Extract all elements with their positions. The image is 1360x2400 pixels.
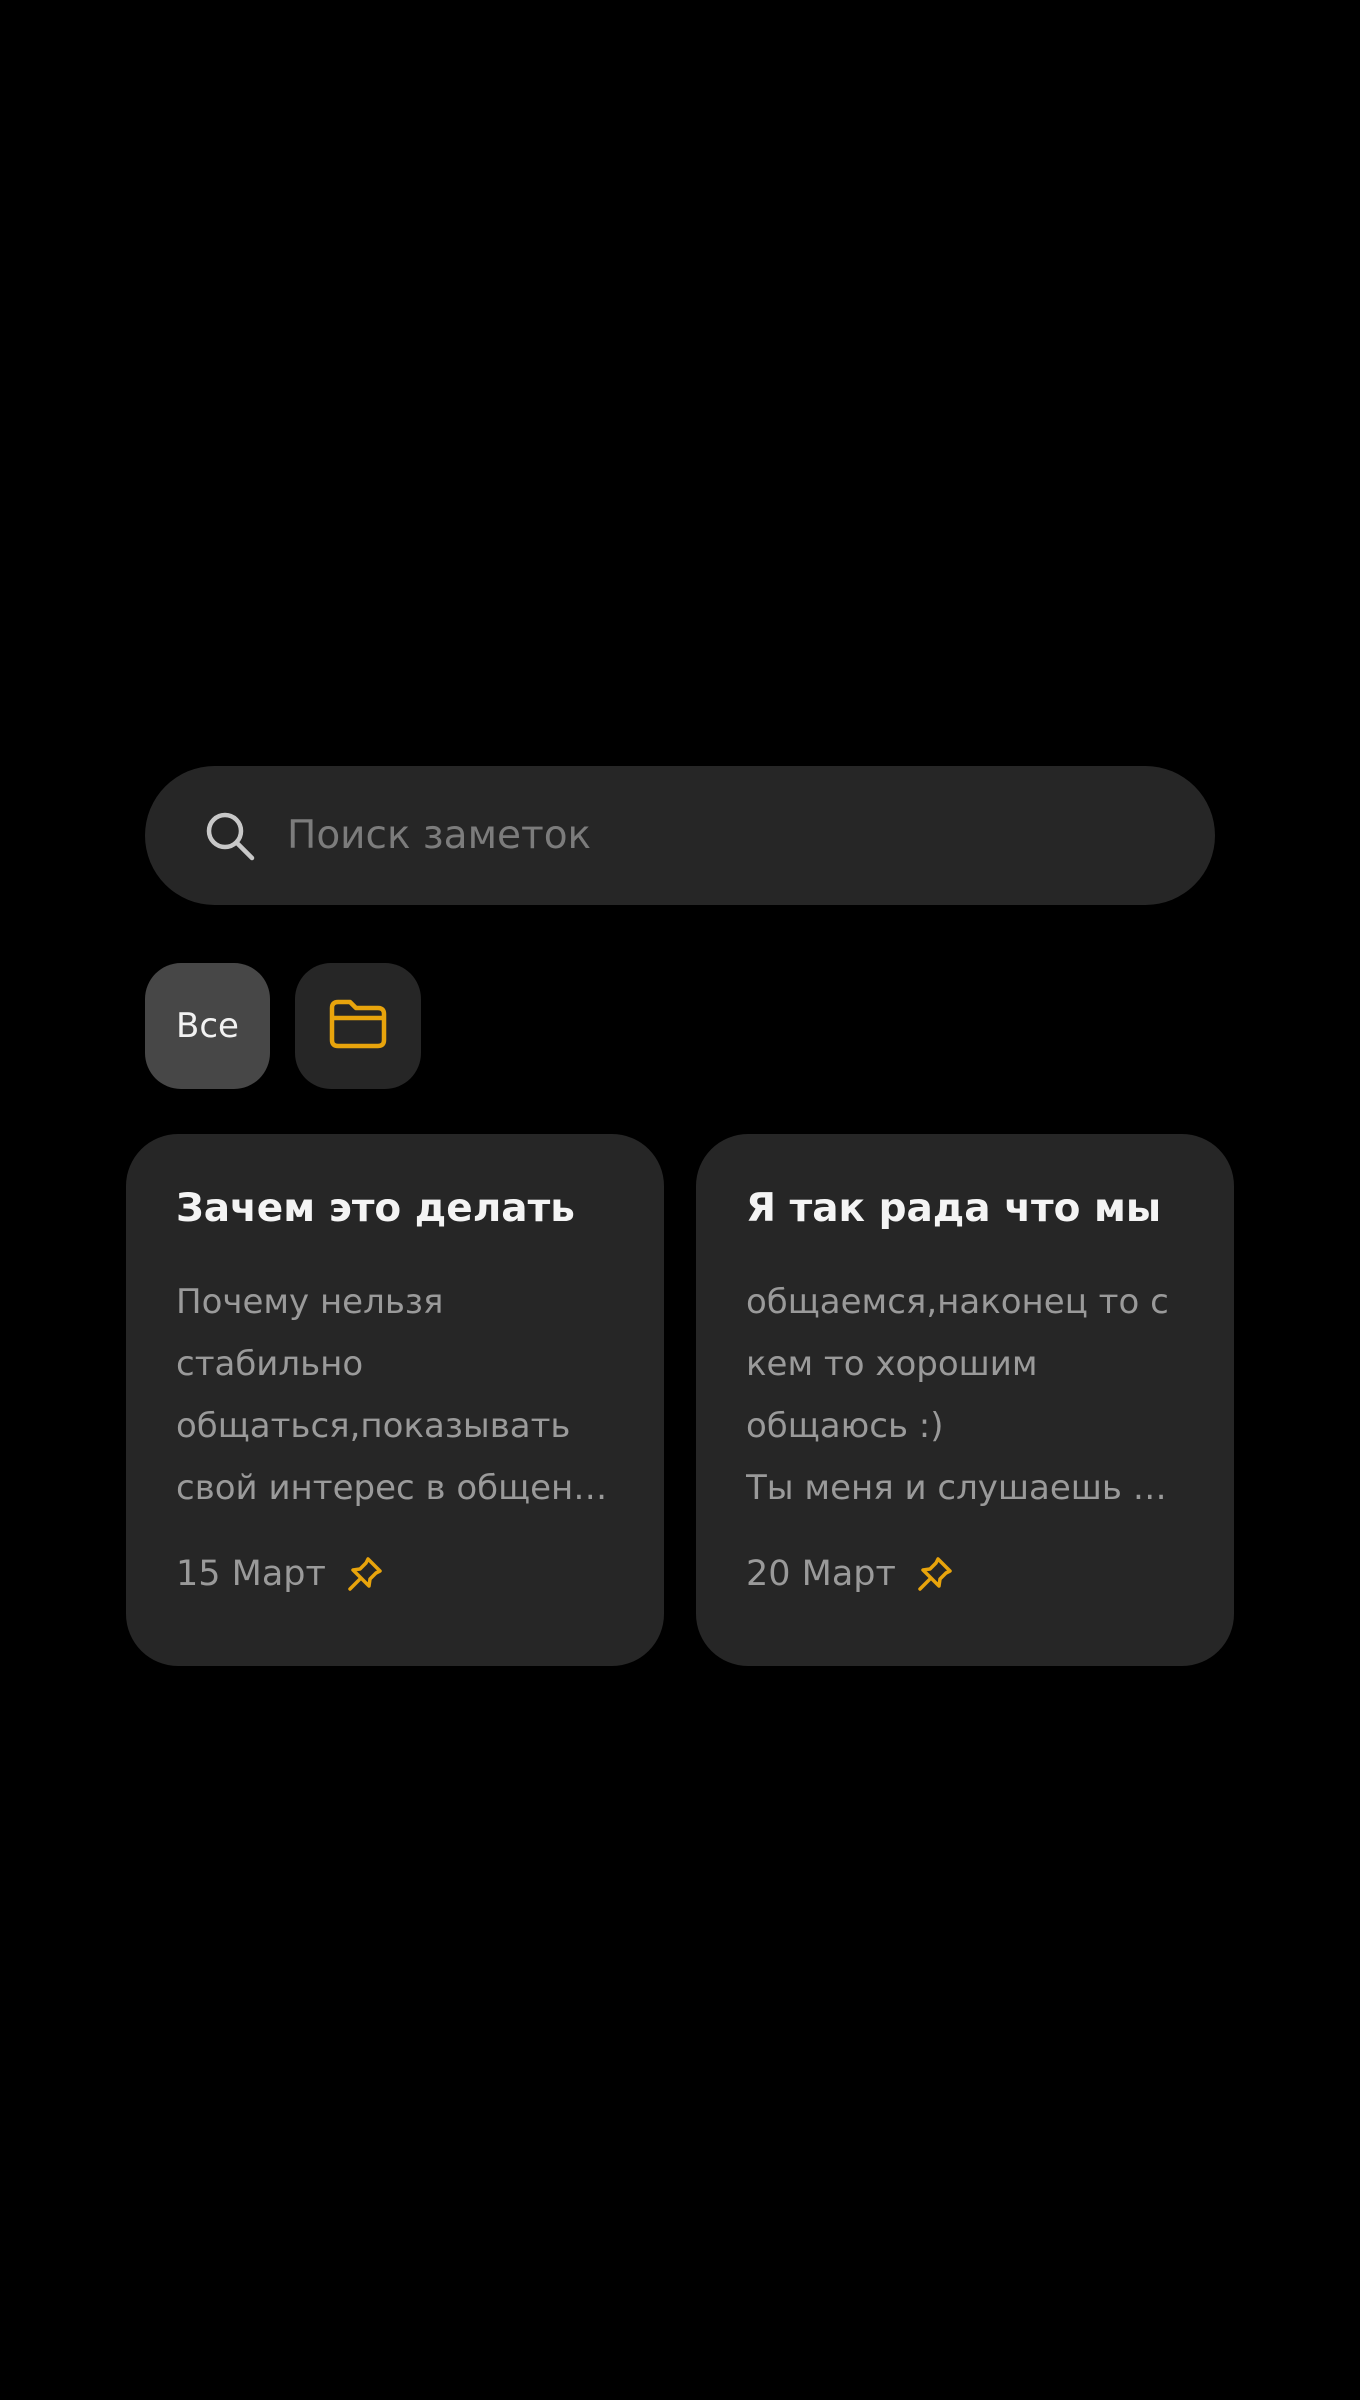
filter-chip-all[interactable]: Все bbox=[145, 963, 270, 1089]
note-footer: 20 Март bbox=[746, 1554, 954, 1594]
pin-icon bbox=[916, 1555, 954, 1593]
note-preview-line: стабильно bbox=[176, 1343, 364, 1384]
note-date: 15 Март bbox=[176, 1554, 326, 1594]
search-bar[interactable] bbox=[145, 766, 1215, 905]
note-date: 20 Март bbox=[746, 1554, 896, 1594]
search-icon bbox=[203, 809, 257, 863]
note-preview-line: Ты меня и слушаешь и … bbox=[746, 1467, 1186, 1508]
note-title: Зачем это делать bbox=[176, 1186, 575, 1231]
note-preview-line: общаемся,наконец то с bbox=[746, 1281, 1169, 1322]
note-card[interactable]: Я так рада что мы общаемся,наконец то с … bbox=[696, 1134, 1234, 1666]
note-title: Я так рада что мы bbox=[746, 1186, 1162, 1231]
filter-chip-folder[interactable] bbox=[295, 963, 421, 1089]
pin-icon bbox=[346, 1555, 384, 1593]
note-footer: 15 Март bbox=[176, 1554, 384, 1594]
folder-icon bbox=[326, 998, 390, 1054]
note-preview-line: кем то хорошим bbox=[746, 1343, 1038, 1384]
note-card[interactable]: Зачем это делать Почему нельзя стабильно… bbox=[126, 1134, 664, 1666]
note-preview-line: свой интерес в общени… bbox=[176, 1467, 616, 1508]
note-preview-line: Почему нельзя bbox=[176, 1281, 444, 1322]
note-preview-line: общаюсь :) bbox=[746, 1405, 944, 1446]
filter-chip-all-label: Все bbox=[176, 1006, 239, 1046]
search-input[interactable] bbox=[287, 813, 1087, 858]
note-preview: общаемся,наконец то с кем то хорошим общ… bbox=[746, 1271, 1194, 1519]
note-preview: Почему нельзя стабильно общаться,показыв… bbox=[176, 1271, 624, 1519]
note-preview-line: общаться,показывать bbox=[176, 1405, 571, 1446]
